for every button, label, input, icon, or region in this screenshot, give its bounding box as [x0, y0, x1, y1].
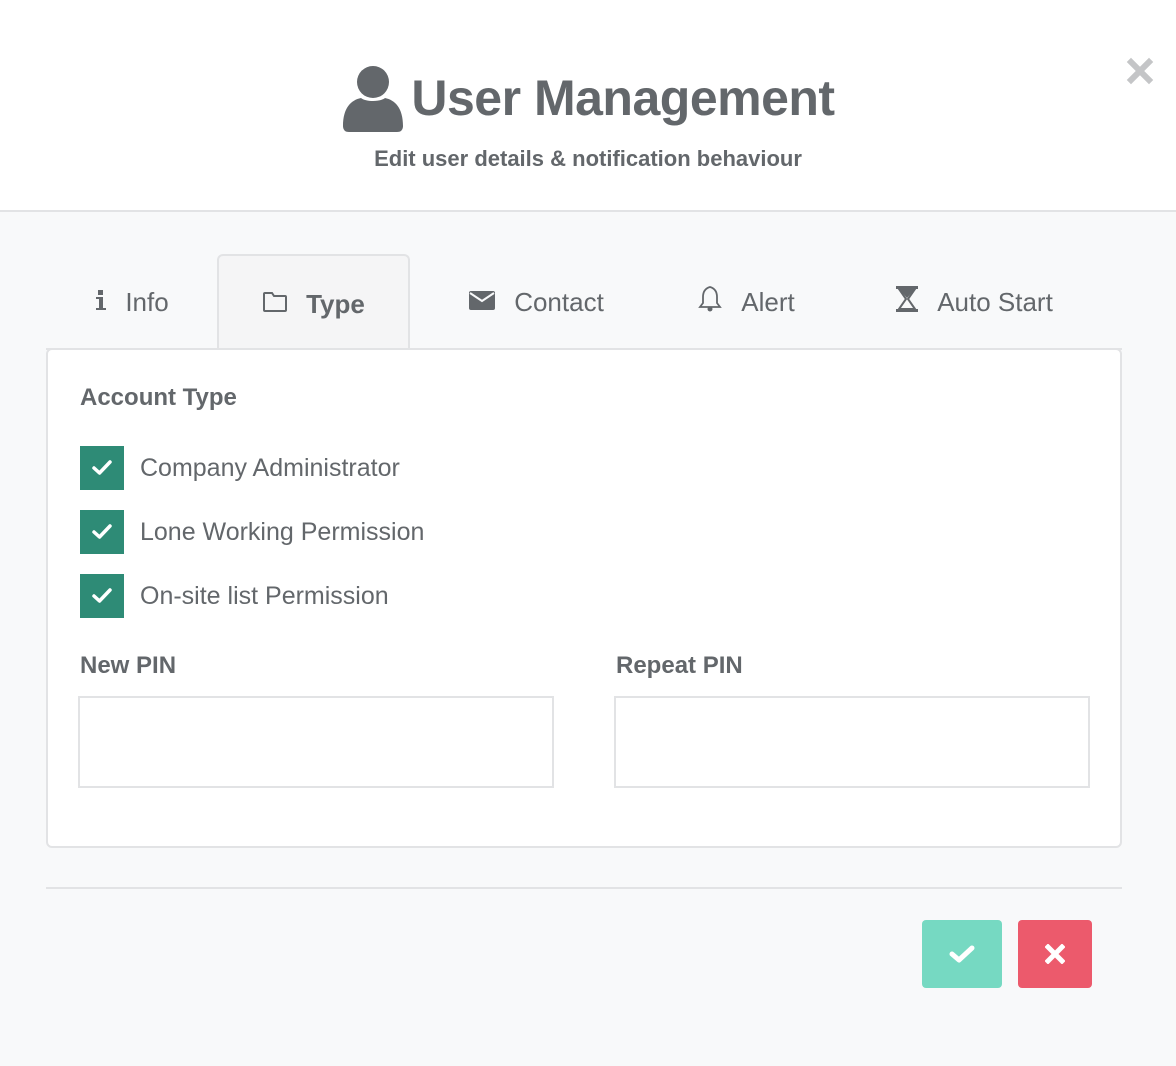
folder-icon: [262, 289, 288, 320]
tab-contact[interactable]: Contact: [446, 254, 626, 350]
page-title: User Management: [411, 70, 835, 126]
repeat-pin-label: Repeat PIN: [616, 652, 743, 679]
close-button[interactable]: [1126, 57, 1154, 85]
checkbox[interactable]: [80, 446, 124, 490]
cancel-button[interactable]: [1018, 920, 1092, 988]
tab-auto-start[interactable]: Auto Start: [884, 254, 1064, 350]
checkbox-lone-working-permission[interactable]: Lone Working Permission: [80, 510, 424, 554]
footer-divider: [46, 887, 1122, 889]
envelope-icon: [468, 287, 496, 318]
check-icon: [949, 945, 975, 963]
confirm-button[interactable]: [922, 920, 1002, 988]
title-row: User Management: [0, 58, 1176, 138]
bell-icon: [697, 285, 723, 320]
close-icon: [1126, 57, 1154, 89]
check-icon: [92, 524, 112, 539]
tab-info[interactable]: Info: [46, 254, 218, 350]
hourglass-icon: [895, 285, 919, 320]
tab-label: Alert: [741, 286, 795, 317]
tab-label: Contact: [514, 286, 604, 317]
type-panel: Account Type Company Administrator Lone …: [46, 348, 1122, 848]
checkbox[interactable]: [80, 574, 124, 618]
checkbox-onsite-list-permission[interactable]: On-site list Permission: [80, 574, 389, 618]
tab-label: Type: [306, 288, 365, 319]
tab-label: Info: [125, 286, 169, 317]
check-icon: [92, 460, 112, 475]
modal-header: User Management Edit user details & noti…: [0, 0, 1176, 212]
tab-label: Auto Start: [937, 286, 1053, 317]
check-icon: [92, 588, 112, 603]
checkbox-company-administrator[interactable]: Company Administrator: [80, 446, 400, 490]
checkbox-label: Lone Working Permission: [140, 517, 425, 546]
repeat-pin-input[interactable]: [614, 696, 1090, 788]
close-icon: [1045, 944, 1065, 964]
checkbox-label: On-site list Permission: [140, 581, 389, 610]
new-pin-label: New PIN: [80, 652, 177, 679]
checkbox-label: Company Administrator: [140, 453, 400, 482]
new-pin-input[interactable]: [78, 696, 554, 788]
tab-type[interactable]: Type: [217, 254, 410, 352]
user-icon: [341, 64, 405, 132]
info-icon: [95, 287, 107, 318]
checkbox[interactable]: [80, 510, 124, 554]
tab-bar: Info Type Contact Alert Auto Start: [46, 254, 1122, 352]
section-title: Account Type: [80, 384, 237, 411]
page-subtitle: Edit user details & notification behavio…: [374, 146, 802, 171]
tab-alert[interactable]: Alert: [686, 254, 806, 350]
